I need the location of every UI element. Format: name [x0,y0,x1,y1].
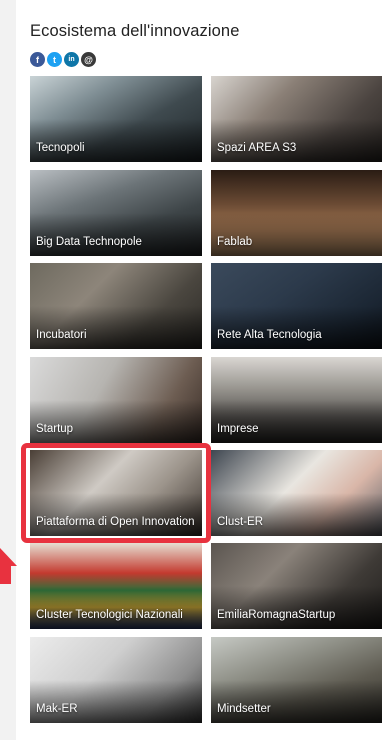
tile-shade [30,119,202,162]
tile-tecnopoli[interactable]: Tecnopoli [30,76,202,162]
tile-label: Clust-ER [217,516,264,528]
tile-label: Cluster Tecnologici Nazionali [36,609,183,621]
tile-shade [30,306,202,349]
tile-label: Spazi AREA S3 [217,142,297,154]
tile-label: Piattaforma di Open Innovation [36,516,195,528]
tile-label: Big Data Technopole [36,236,142,248]
tile-label: Mak-ER [36,703,78,715]
linkedin-icon[interactable]: in [64,52,79,67]
tile-label: Imprese [217,423,259,435]
tile-startup[interactable]: Startup [30,357,202,443]
tile-imprese[interactable]: Imprese [211,357,382,443]
tile-label: Fablab [217,236,253,248]
tile-label: Mindsetter [217,703,271,715]
tile-shade [30,493,202,536]
tile-shade [30,680,202,723]
section-title: Ecosistema dell'innovazione [30,22,240,40]
tile-label: Startup [36,423,74,435]
tile-label: EmiliaRomagnaStartup [217,609,336,621]
tile-shade [30,400,202,443]
tile-shade [211,493,382,536]
tile-spazi-area-s3[interactable]: Spazi AREA S3 [211,76,382,162]
tile-shade [211,586,382,629]
tile-shade [211,680,382,723]
tile-shade [211,119,382,162]
tile-shade [211,213,382,256]
tile-mak-er[interactable]: Mak-ER [30,637,202,723]
tile-label: Rete Alta Tecnologia [217,329,322,341]
tile-cluster-tecnologici-nazionali[interactable]: Cluster Tecnologici Nazionali [30,543,202,629]
social-share-bar: f t in @ [30,52,96,67]
tile-clust-er[interactable]: Clust-ER [211,450,382,536]
twitter-icon[interactable]: t [47,52,62,67]
tile-rete-alta-tecnologia[interactable]: Rete Alta Tecnologia [211,263,382,349]
facebook-icon[interactable]: f [30,52,45,67]
tile-fablab[interactable]: Fablab [211,170,382,256]
tile-incubatori[interactable]: Incubatori [30,263,202,349]
tile-shade [211,400,382,443]
email-icon[interactable]: @ [81,52,96,67]
tile-shade [211,306,382,349]
tile-label: Tecnopoli [36,142,85,154]
pointer-arrow-icon [0,548,17,584]
tile-shade [30,213,202,256]
tile-piattaforma-open-innovation[interactable]: Piattaforma di Open Innovation [30,450,202,536]
tile-big-data-technopole[interactable]: Big Data Technopole [30,170,202,256]
tile-mindsetter[interactable]: Mindsetter [211,637,382,723]
tile-emiliaromagnastartup[interactable]: EmiliaRomagnaStartup [211,543,382,629]
tile-shade [30,586,202,629]
tile-label: Incubatori [36,329,87,341]
